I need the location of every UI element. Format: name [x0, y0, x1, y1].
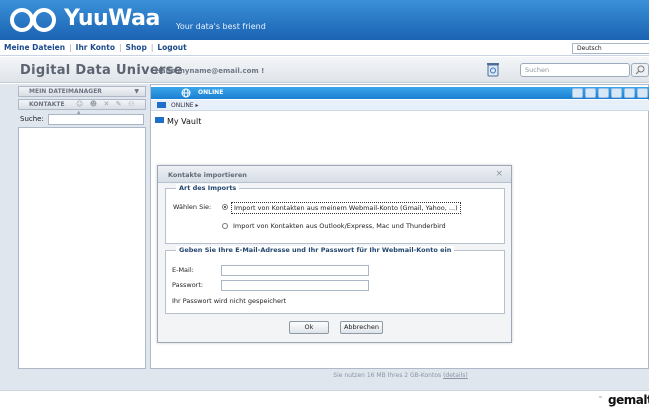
credentials-group: Geben Sie Ihre E-Mail-Adresse und Ihr Pa… — [165, 246, 505, 314]
tagline: Your data's best friend — [176, 22, 266, 31]
folder-icon — [155, 117, 164, 123]
app-header: YuuWaa Your data's best friend — [0, 0, 649, 40]
contact-search-row: Suche: — [18, 112, 146, 126]
logo-text: YuuWaa — [64, 6, 160, 31]
password-note: Ihr Passwort wird nicht gespeichert — [172, 297, 287, 305]
details-link[interactable]: (details) — [443, 372, 468, 379]
online-bar: ONLINE — [151, 87, 649, 99]
online-label: ONLINE — [198, 89, 224, 96]
nav-meine-dateien[interactable]: Meine Dateien — [4, 43, 65, 52]
breadcrumb: ONLINE ▸ — [151, 100, 649, 111]
import-type-label: Wählen Sie: — [173, 203, 212, 211]
globe-icon — [181, 88, 191, 98]
webmail-import-radio[interactable] — [222, 204, 228, 210]
storage-usage: Sie nutzen 16 MB Ihres 2 GB-Kontos (deta… — [333, 372, 468, 379]
new-folder-icon[interactable] — [598, 88, 609, 98]
nav-ihr-konto[interactable]: Ihr Konto — [76, 43, 115, 52]
view-icon[interactable] — [637, 88, 648, 98]
nav-bar: Meine Dateien | Ihr Konto | Shop | Logout — [0, 40, 649, 56]
password-field[interactable] — [221, 280, 369, 291]
folder-icon — [157, 102, 166, 108]
vault-item[interactable]: My Vault — [155, 117, 201, 126]
cancel-button[interactable]: Abbrechen — [340, 321, 383, 334]
search-button[interactable] — [631, 63, 649, 77]
greeting: Hallo myname@email.com ! — [155, 67, 265, 75]
delete-icon[interactable] — [624, 88, 635, 98]
footer: ™ gemalto — [0, 390, 649, 407]
logo-icon — [10, 8, 56, 32]
outlook-import-radio[interactable] — [222, 223, 228, 229]
close-icon[interactable]: × — [495, 169, 503, 179]
email-label: E-Mail: — [172, 266, 194, 274]
brand-mark: ™ — [598, 396, 603, 402]
breadcrumb-online[interactable]: ONLINE ▸ — [171, 102, 199, 109]
contact-list — [18, 127, 146, 369]
language-select[interactable]: Deutsch — [572, 43, 649, 54]
contact-search-label: Suche: — [20, 115, 44, 123]
brand-logo: gemalto — [608, 393, 649, 407]
chevron-down-icon: ▼ — [134, 88, 139, 95]
password-label: Passwort: — [172, 281, 204, 289]
vault-label: My Vault — [167, 117, 202, 126]
import-type-group: Art des Imports Wählen Sie: Import von K… — [165, 184, 505, 244]
import-type-legend: Art des Imports — [176, 184, 240, 192]
contacts-header[interactable]: KONTAKTE ☺ ☻ ✕ ✎ ⚇ ▲ — [18, 99, 146, 117]
title-row: Digital Data Universe Hallo myname@email… — [0, 57, 649, 83]
outlook-import-option[interactable]: Import von Kontakten aus Outlook/Express… — [233, 222, 446, 230]
search-input[interactable]: Suchen — [520, 63, 630, 77]
nav-links: Meine Dateien | Ihr Konto | Shop | Logout — [4, 43, 187, 52]
contacts-label: KONTAKTE — [29, 101, 65, 108]
nav-logout[interactable]: Logout — [157, 43, 186, 52]
contact-search-input[interactable] — [48, 114, 144, 125]
left-panel: MEIN DATEIMANAGER ▼ KONTAKTE ☺ ☻ ✕ ✎ ⚇ ▲… — [18, 84, 146, 369]
toolbar-icons — [572, 88, 648, 98]
dialog-header: Kontakte importieren × — [158, 166, 511, 183]
file-manager-label: MEIN DATEIMANAGER — [29, 88, 102, 95]
upload-icon[interactable] — [572, 88, 583, 98]
search-icon — [635, 65, 645, 75]
ok-button[interactable]: Ok — [289, 321, 329, 334]
share-icon[interactable] — [611, 88, 622, 98]
webmail-import-option[interactable]: Import von Kontakten aus meinem Webmail-… — [231, 202, 461, 214]
credentials-legend: Geben Sie Ihre E-Mail-Adresse und Ihr Pa… — [176, 246, 455, 254]
dialog-title: Kontakte importieren — [168, 171, 247, 179]
nav-shop[interactable]: Shop — [126, 43, 147, 52]
trash-icon[interactable] — [486, 61, 500, 77]
file-manager-header[interactable]: MEIN DATEIMANAGER ▼ — [18, 86, 146, 97]
email-field[interactable] — [221, 265, 369, 276]
import-contacts-dialog: Kontakte importieren × Art des Imports W… — [157, 165, 512, 343]
download-icon[interactable] — [585, 88, 596, 98]
